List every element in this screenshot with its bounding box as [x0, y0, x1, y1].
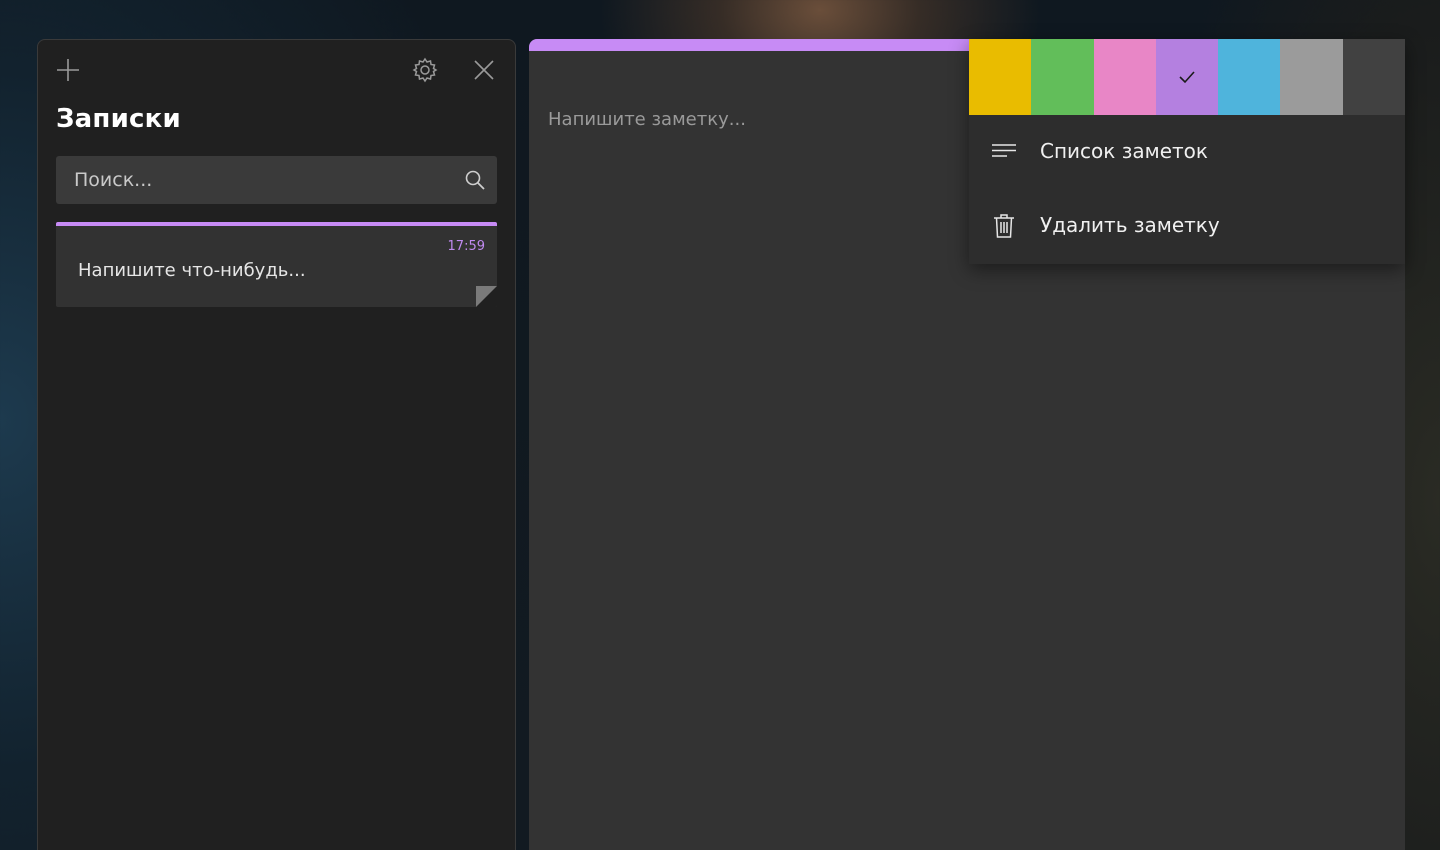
- note-fold-corner: [476, 286, 497, 307]
- note-options-menu: Список заметок Удалить заметку: [969, 39, 1405, 264]
- search-button[interactable]: [457, 162, 493, 198]
- color-swatch-gray[interactable]: [1280, 39, 1343, 115]
- settings-button[interactable]: [407, 52, 443, 88]
- close-button[interactable]: [466, 52, 502, 88]
- close-icon: [474, 60, 494, 80]
- search-icon: [465, 170, 485, 190]
- check-icon: [1179, 71, 1195, 84]
- gear-icon: [412, 57, 438, 83]
- color-swatches: [969, 39, 1405, 115]
- notes-list-menu-item[interactable]: Список заметок: [969, 115, 1405, 189]
- color-swatch-blue[interactable]: [1218, 39, 1281, 115]
- note-list-item[interactable]: 17:59 Напишите что-нибудь...: [56, 222, 497, 307]
- plus-icon: [57, 59, 79, 81]
- notes-list-window: Записки 17:59 Напишите что-нибудь...: [37, 39, 516, 850]
- color-swatch-pink[interactable]: [1093, 39, 1156, 115]
- color-swatch-yellow[interactable]: [969, 39, 1032, 115]
- notes-list-label: Список заметок: [1040, 139, 1208, 163]
- list-icon: [992, 144, 1016, 157]
- trash-icon: [994, 214, 1014, 238]
- note-timestamp: 17:59: [447, 239, 485, 254]
- color-swatch-purple[interactable]: [1155, 39, 1219, 115]
- page-title: Записки: [56, 104, 181, 134]
- note-color-strip: [56, 222, 497, 226]
- note-preview: Напишите что-нибудь...: [78, 260, 306, 281]
- search-input[interactable]: [56, 156, 446, 204]
- delete-note-menu-item[interactable]: Удалить заметку: [969, 189, 1405, 263]
- note-body-input[interactable]: [548, 109, 948, 130]
- color-swatch-green[interactable]: [1031, 39, 1094, 115]
- color-swatch-charcoal[interactable]: [1342, 39, 1405, 115]
- add-note-button[interactable]: [50, 52, 86, 88]
- search-box: [56, 156, 497, 204]
- delete-note-label: Удалить заметку: [1040, 213, 1220, 237]
